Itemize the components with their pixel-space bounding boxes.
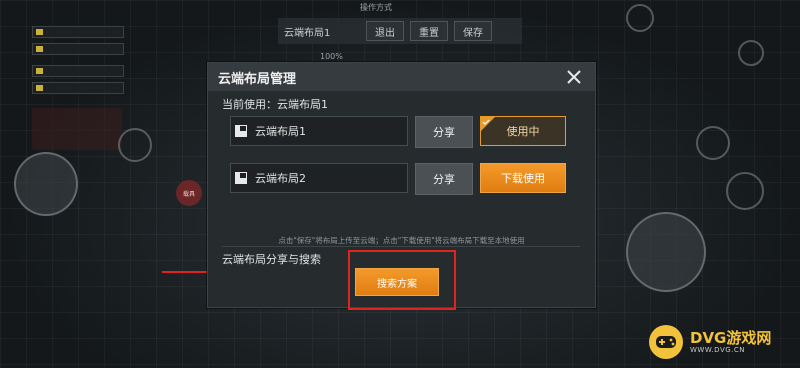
gamepad-logo-icon — [649, 325, 683, 359]
dialog-header: 云端布局管理 — [208, 63, 595, 91]
layout-icon — [235, 172, 247, 184]
bg-reset-button[interactable]: 重置 — [410, 21, 448, 41]
left-stat-bar — [32, 43, 124, 55]
download-use-button[interactable]: 下载使用 — [480, 163, 566, 193]
share-search-label: 云端布局分享与搜索 — [222, 253, 321, 266]
layout-icon — [235, 125, 247, 137]
share-button[interactable]: 分享 — [415, 163, 473, 195]
close-button[interactable] — [563, 66, 585, 88]
left-warning-panel — [32, 108, 122, 150]
watermark-url: WWW.DVG.CN — [690, 346, 746, 354]
left-stat-bar — [32, 82, 124, 94]
layout-name-field: 云端布局1 — [230, 116, 408, 146]
save-hint-text: 点击"保存"将布局上传至云端；点击"下载使用"将云端布局下载至本地使用 — [278, 236, 525, 245]
bg-top-title: 操作方式 — [360, 3, 392, 12]
bg-toolbar: 云端布局1 退出 重置 保存 — [278, 18, 522, 44]
settings-button[interactable] — [738, 40, 764, 66]
map-button[interactable] — [626, 4, 654, 32]
sprint-button[interactable] — [118, 128, 152, 162]
close-icon — [567, 70, 581, 84]
layout-row: 云端布局1 分享 使用中 — [230, 116, 594, 148]
bg-exit-button[interactable]: 退出 — [366, 21, 404, 41]
watermark: DVG游戏网 WWW.DVG.CN — [648, 318, 798, 366]
vehicle-button[interactable]: 载具 — [176, 180, 202, 206]
check-corner-icon — [481, 117, 495, 131]
bg-percent: 100% — [320, 52, 343, 61]
fire-button[interactable] — [626, 212, 706, 292]
layout-row: 云端布局2 分享 下载使用 — [230, 163, 594, 195]
crouch-button[interactable] — [696, 126, 730, 160]
bg-save-button[interactable]: 保存 — [454, 21, 492, 41]
divider — [222, 246, 580, 247]
left-stat-bar — [32, 65, 124, 77]
highlight-annotation-box — [348, 250, 456, 310]
in-use-button[interactable]: 使用中 — [480, 116, 566, 146]
in-use-label: 使用中 — [506, 125, 540, 138]
weapon-slot-circle[interactable] — [14, 152, 78, 216]
aim-button[interactable] — [726, 172, 764, 210]
current-layout-text: 当前使用：云端布局1 — [222, 98, 328, 111]
left-stat-bar — [32, 26, 124, 38]
dialog-title: 云端布局管理 — [218, 71, 297, 87]
watermark-title: DVG游戏网 — [690, 329, 772, 347]
bg-layout-label: 云端布局1 — [284, 27, 331, 39]
layout-name-label: 云端布局2 — [255, 172, 306, 185]
share-button[interactable]: 分享 — [415, 116, 473, 148]
layout-name-label: 云端布局1 — [255, 125, 306, 138]
layout-name-field: 云端布局2 — [230, 163, 408, 193]
